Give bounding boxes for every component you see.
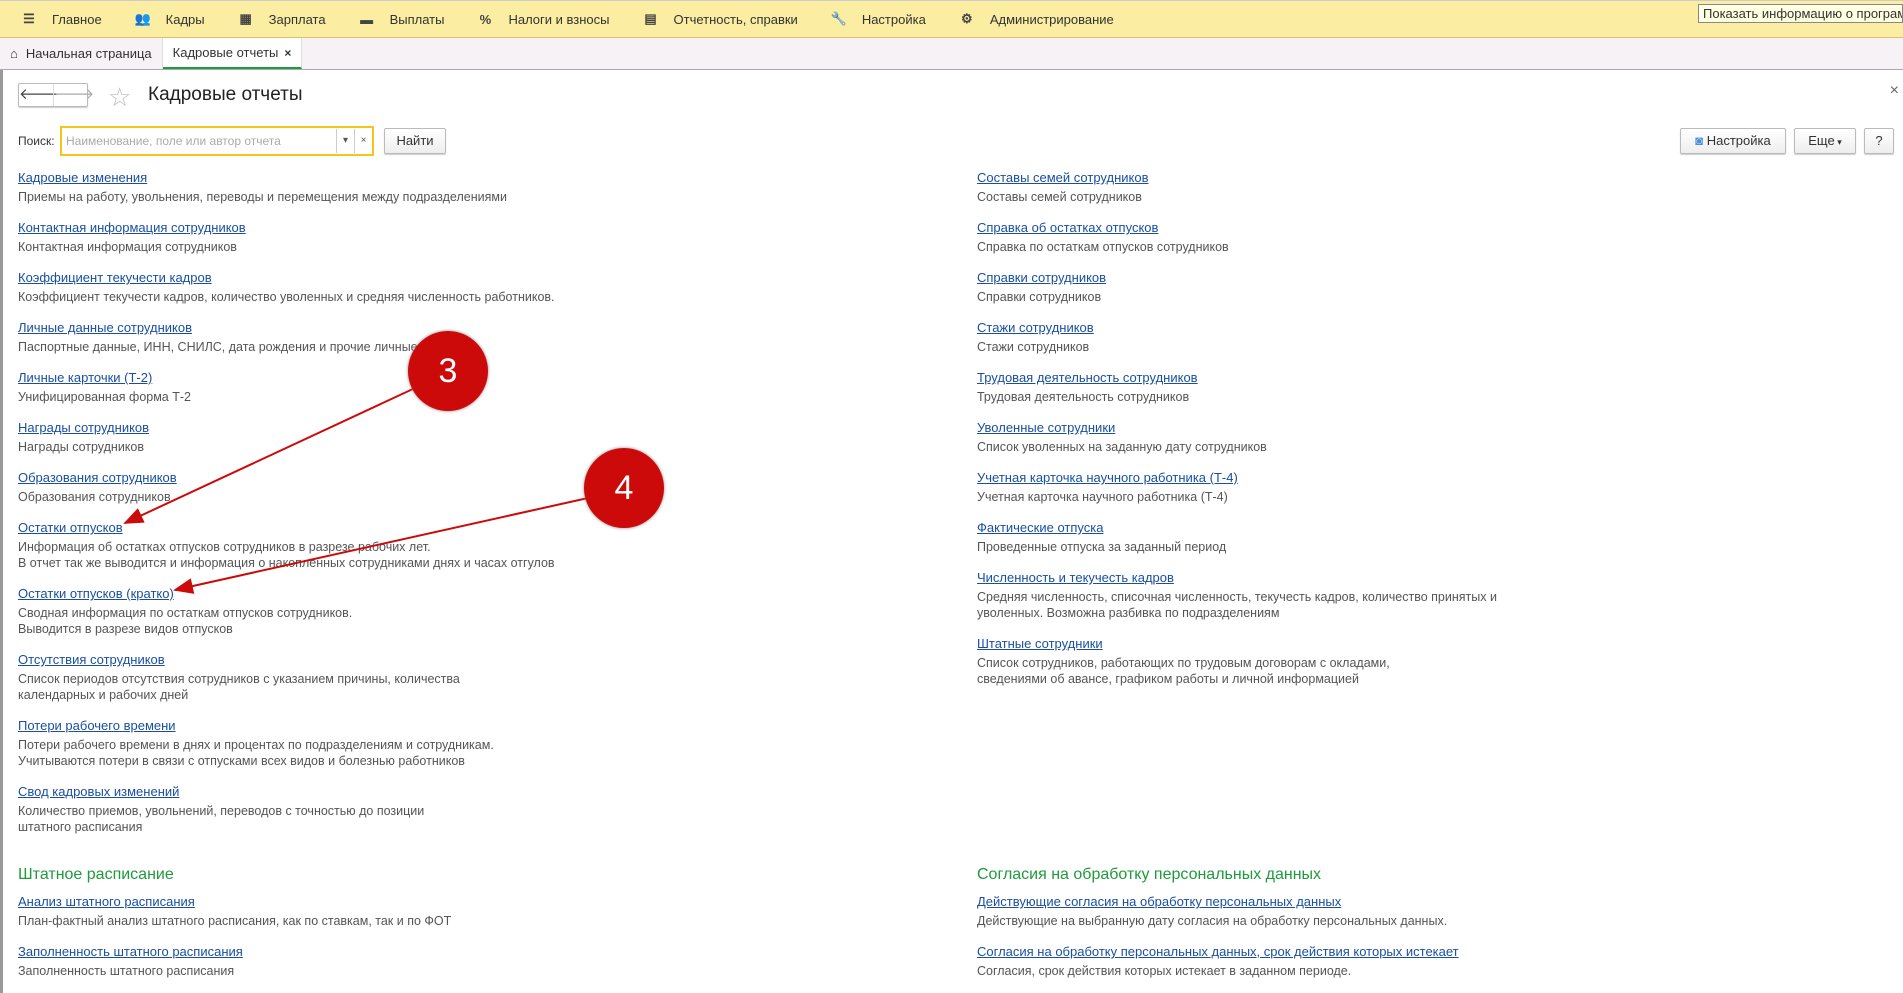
annotation-marker-3: 3	[408, 331, 488, 411]
arrow-4	[173, 497, 589, 594]
annotation-marker-4: 4	[584, 448, 664, 528]
annotation-arrows	[123, 387, 589, 594]
arrow-3	[123, 387, 416, 524]
about-tooltip: Показать информацию о программе	[1698, 4, 1903, 23]
